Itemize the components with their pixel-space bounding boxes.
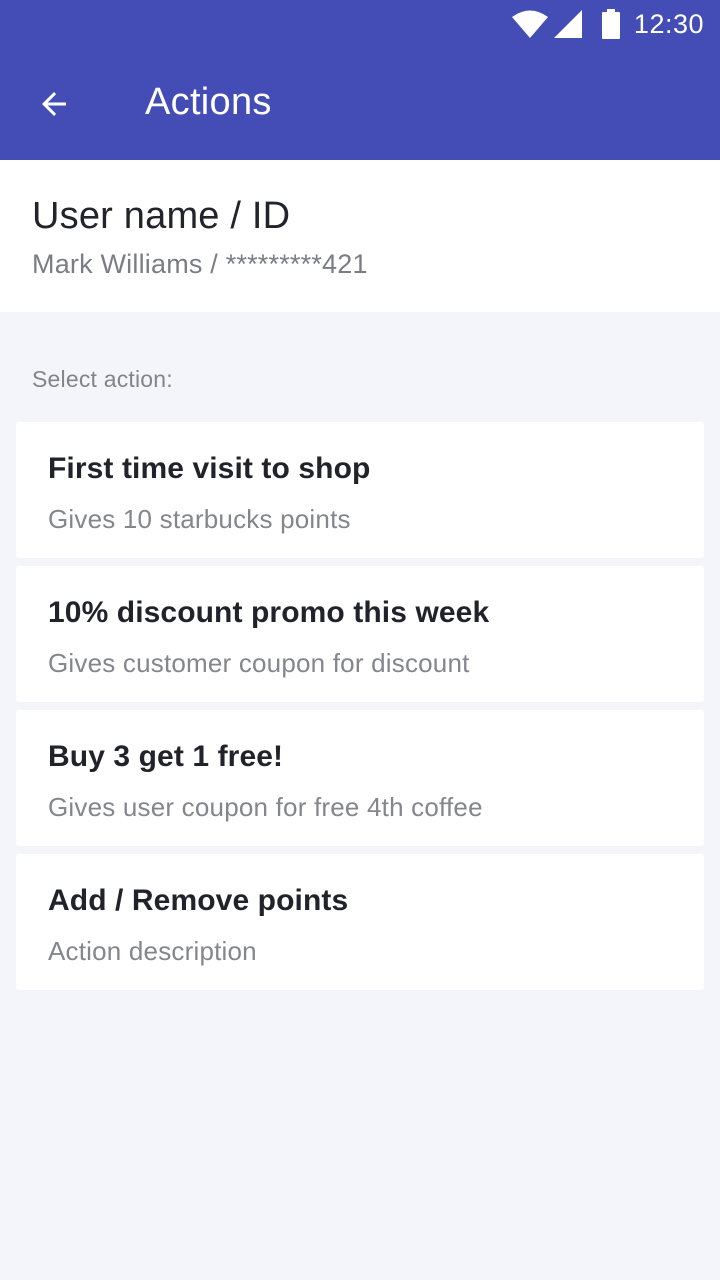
user-info-card: User name / ID Mark Williams / *********…	[0, 160, 720, 312]
back-button[interactable]	[22, 72, 86, 136]
action-title: Buy 3 get 1 free!	[48, 740, 284, 773]
action-description: Gives customer coupon for discount	[48, 648, 470, 678]
action-description: Gives 10 starbucks points	[48, 504, 351, 534]
arrow-left-icon	[42, 92, 66, 116]
action-title: 10% discount promo this week	[48, 596, 490, 629]
toolbar: Actions	[0, 48, 720, 160]
action-item-discount-promo[interactable]: 10% discount promo this week Gives custo…	[16, 566, 704, 702]
wifi-icon	[511, 10, 548, 38]
app-bar: 12:30 Actions	[0, 0, 720, 160]
page-title: Actions	[145, 81, 272, 123]
action-title: First time visit to shop	[48, 452, 371, 485]
action-item-add-remove-points[interactable]: Add / Remove points Action description	[16, 854, 704, 990]
status-time: 12:30	[633, 8, 704, 39]
signal-icon	[553, 10, 582, 38]
action-title: Add / Remove points	[48, 884, 349, 917]
user-info-value: Mark Williams / *********421	[32, 249, 368, 279]
status-bar: 12:30	[0, 0, 720, 48]
action-item-first-visit[interactable]: First time visit to shop Gives 10 starbu…	[16, 422, 704, 558]
user-info-title: User name / ID	[32, 195, 291, 237]
action-description: Action description	[48, 936, 257, 966]
action-list: First time visit to shop Gives 10 starbu…	[16, 422, 704, 998]
battery-icon	[601, 9, 620, 39]
select-action-label: Select action:	[32, 366, 173, 392]
action-description: Gives user coupon for free 4th coffee	[48, 792, 483, 822]
status-icons: 12:30	[511, 6, 704, 42]
action-item-buy3-get1[interactable]: Buy 3 get 1 free! Gives user coupon for …	[16, 710, 704, 846]
